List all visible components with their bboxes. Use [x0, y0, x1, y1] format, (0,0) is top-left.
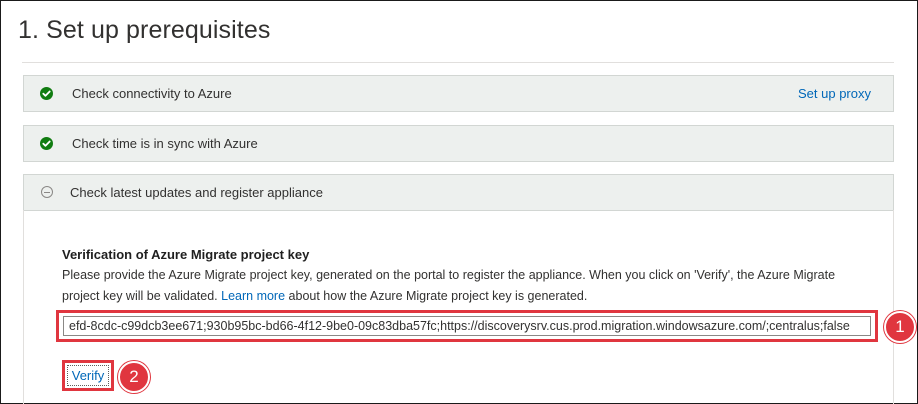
verify-button[interactable]: Verify	[67, 365, 109, 386]
set-up-proxy-link[interactable]: Set up proxy	[798, 86, 871, 101]
register-panel	[23, 210, 894, 404]
step-label: Check latest updates and register applia…	[70, 185, 323, 200]
project-key-highlight	[56, 310, 878, 342]
page-title: 1. Set up prerequisites	[18, 16, 271, 44]
step-label: Check connectivity to Azure	[72, 86, 232, 101]
callout-badge-1: 1	[884, 311, 916, 343]
check-circle-icon	[40, 137, 53, 150]
verify-highlight: Verify	[62, 360, 114, 391]
project-key-heading: Verification of Azure Migrate project ke…	[62, 247, 310, 262]
step-label: Check time is in sync with Azure	[72, 136, 258, 151]
step-register-appliance[interactable]: Check latest updates and register applia…	[23, 174, 894, 211]
step-check-connectivity[interactable]: Check connectivity to Azure Set up proxy	[23, 75, 894, 112]
callout-badge-2: 2	[118, 361, 150, 393]
check-circle-icon	[40, 87, 53, 100]
title-divider	[22, 62, 894, 63]
learn-more-link[interactable]: Learn more	[221, 289, 285, 303]
project-key-description: Please provide the Azure Migrate project…	[62, 265, 872, 307]
project-key-input[interactable]	[63, 316, 871, 336]
description-text-tail: about how the Azure Migrate project key …	[288, 289, 588, 303]
step-check-time-sync[interactable]: Check time is in sync with Azure	[23, 125, 894, 162]
collapse-circle-icon[interactable]	[41, 186, 53, 198]
